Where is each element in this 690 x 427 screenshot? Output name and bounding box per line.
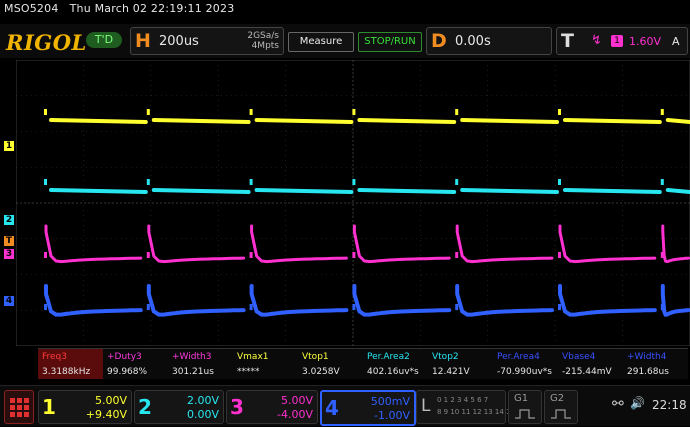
rigol-logo: RIGOL <box>6 30 87 55</box>
channel-2-scale: 2.00V <box>186 394 219 407</box>
trigger-control[interactable]: T ↯ 1 1.60V A <box>556 27 688 55</box>
usb-icon: ⚯ <box>612 396 624 412</box>
channel-3-scale: 5.00V <box>280 394 313 407</box>
measurement-item[interactable]: +Width3 301.21us <box>168 349 233 379</box>
measurement-bar: Freq3 3.3188kHz +Duty3 99.968% +Width3 301.21… <box>38 348 688 379</box>
measurement-value: 402.16uv*s <box>367 367 419 377</box>
logic-analyzer-box[interactable]: L 0 1 2 3 4 5 6 7 8 9 10 11 12 13 14 15 <box>416 390 515 424</box>
measurement-value: ***** <box>237 367 260 377</box>
measurement-value: -70.990uv*s <box>497 367 552 377</box>
channel-1-offset: +9.40V <box>85 408 127 421</box>
measurement-name: Vtop2 <box>432 352 459 362</box>
measurement-item[interactable]: Vbase4 -215.44mV <box>558 349 623 379</box>
trigger-letter: T <box>561 30 574 52</box>
logic-channels-row1: 0 1 2 3 4 5 6 7 <box>437 396 489 404</box>
channel-3-box[interactable]: 3 5.00V -4.00V <box>226 390 318 424</box>
delay-letter: D <box>431 30 447 52</box>
channel-4-box[interactable]: 4 500mV -1.00V <box>320 390 416 426</box>
generator-1-label: G1 <box>514 393 529 404</box>
pulse-wave-icon <box>551 405 571 424</box>
measurement-item[interactable]: Vtop1 3.0258V <box>298 349 363 379</box>
channel-1-box[interactable]: 1 5.00V +9.40V <box>38 390 132 424</box>
ch4-level-marker[interactable]: 4 <box>4 296 14 306</box>
menu-grid-icon[interactable] <box>4 390 34 424</box>
channel-2-box[interactable]: 2 2.00V 0.00V <box>134 390 224 424</box>
channel-1-number: 1 <box>42 395 56 419</box>
channel-4-scale: 500mV <box>370 395 410 408</box>
trigger-level: 1.60V <box>629 35 662 48</box>
measurement-value: 3.3188kHz <box>42 367 91 377</box>
generator-1-box[interactable]: G1 <box>508 390 542 424</box>
sample-rate: 2GSa/s <box>247 31 279 41</box>
channel-1-scale: 5.00V <box>94 394 127 407</box>
measurement-value: 301.21us <box>172 367 214 377</box>
measurement-value: 291.68us <box>627 367 669 377</box>
measurement-value: 99.968% <box>107 367 148 377</box>
channel-2-number: 2 <box>138 395 152 419</box>
logic-channels-row2: 8 9 10 11 12 13 14 15 <box>437 408 515 416</box>
measurement-name: +Width4 <box>627 352 667 362</box>
measurement-item[interactable]: Per.Area2 402.16uv*s <box>363 349 428 379</box>
top-control-bar: RIGOL T'D H 200us 2GSa/s 4Mpts Measure S… <box>0 24 690 58</box>
bottom-bar: 1 5.00V +9.40V 2 2.00V 0.00V 3 5.00V -4.… <box>0 385 690 426</box>
measurement-value: -215.44mV <box>562 367 612 377</box>
measurement-item[interactable]: Vmax1 ***** <box>233 349 298 379</box>
measurement-item[interactable]: Freq3 3.3188kHz <box>38 349 103 379</box>
measurement-value: 3.0258V <box>302 367 340 377</box>
pulse-wave-icon <box>515 405 535 424</box>
run-state-badge[interactable]: T'D <box>86 32 122 48</box>
memory-depth: 4Mpts <box>251 41 279 51</box>
model-label: MSO5204 <box>4 2 59 15</box>
measurement-name: Per.Area4 <box>497 352 540 362</box>
channel-3-offset: -4.00V <box>277 408 313 421</box>
measurement-name: Vmax1 <box>237 352 269 362</box>
channel-2-offset: 0.00V <box>186 408 219 421</box>
measurement-item[interactable]: +Width4 291.68us <box>623 349 688 379</box>
channel-3-number: 3 <box>230 395 244 419</box>
stop-run-button[interactable]: STOP/RUN <box>358 32 422 52</box>
channel-4-offset: -1.00V <box>374 409 410 422</box>
measurement-name: Freq3 <box>42 352 68 362</box>
waveform-display[interactable] <box>16 60 690 346</box>
trigger-source-badge: 1 <box>611 35 623 47</box>
measurement-item[interactable]: +Duty3 99.968% <box>103 349 168 379</box>
trigger-edge-icon: ↯ <box>591 33 602 48</box>
measurement-name: Vbase4 <box>562 352 596 362</box>
measurement-name: +Duty3 <box>107 352 142 362</box>
channel-4-number: 4 <box>325 396 339 420</box>
measurement-item[interactable]: Vtop2 12.421V <box>428 349 493 379</box>
measure-button[interactable]: Measure <box>288 32 354 52</box>
ch3-level-marker[interactable]: 3 <box>4 249 14 259</box>
logic-letter: L <box>421 396 431 416</box>
measurement-value: 12.421V <box>432 367 470 377</box>
horizontal-letter: H <box>135 30 151 52</box>
timebase-value: 200us <box>159 34 199 49</box>
delay-control[interactable]: D 0.00s <box>426 27 552 55</box>
trigger-level-marker[interactable]: T <box>4 236 14 246</box>
ch2-level-marker[interactable]: 2 <box>4 215 14 225</box>
generator-2-box[interactable]: G2 <box>544 390 578 424</box>
horizontal-control[interactable]: H 200us 2GSa/s 4Mpts <box>130 27 284 55</box>
measurement-name: Vtop1 <box>302 352 329 362</box>
trigger-mode: A <box>672 35 680 48</box>
datetime-label: Thu March 02 22:19:11 2023 <box>69 2 235 15</box>
measurement-name: Per.Area2 <box>367 352 410 362</box>
ch1-level-marker[interactable]: 1 <box>4 141 14 151</box>
generator-2-label: G2 <box>550 393 565 404</box>
speaker-icon[interactable]: 🔊 <box>630 396 645 410</box>
clock-label: 22:18 <box>652 398 687 412</box>
measurement-name: +Width3 <box>172 352 212 362</box>
delay-value: 0.00s <box>455 34 491 49</box>
measurement-item[interactable]: Per.Area4 -70.990uv*s <box>493 349 558 379</box>
top-info: MSO5204 Thu March 02 22:19:11 2023 <box>4 2 234 15</box>
